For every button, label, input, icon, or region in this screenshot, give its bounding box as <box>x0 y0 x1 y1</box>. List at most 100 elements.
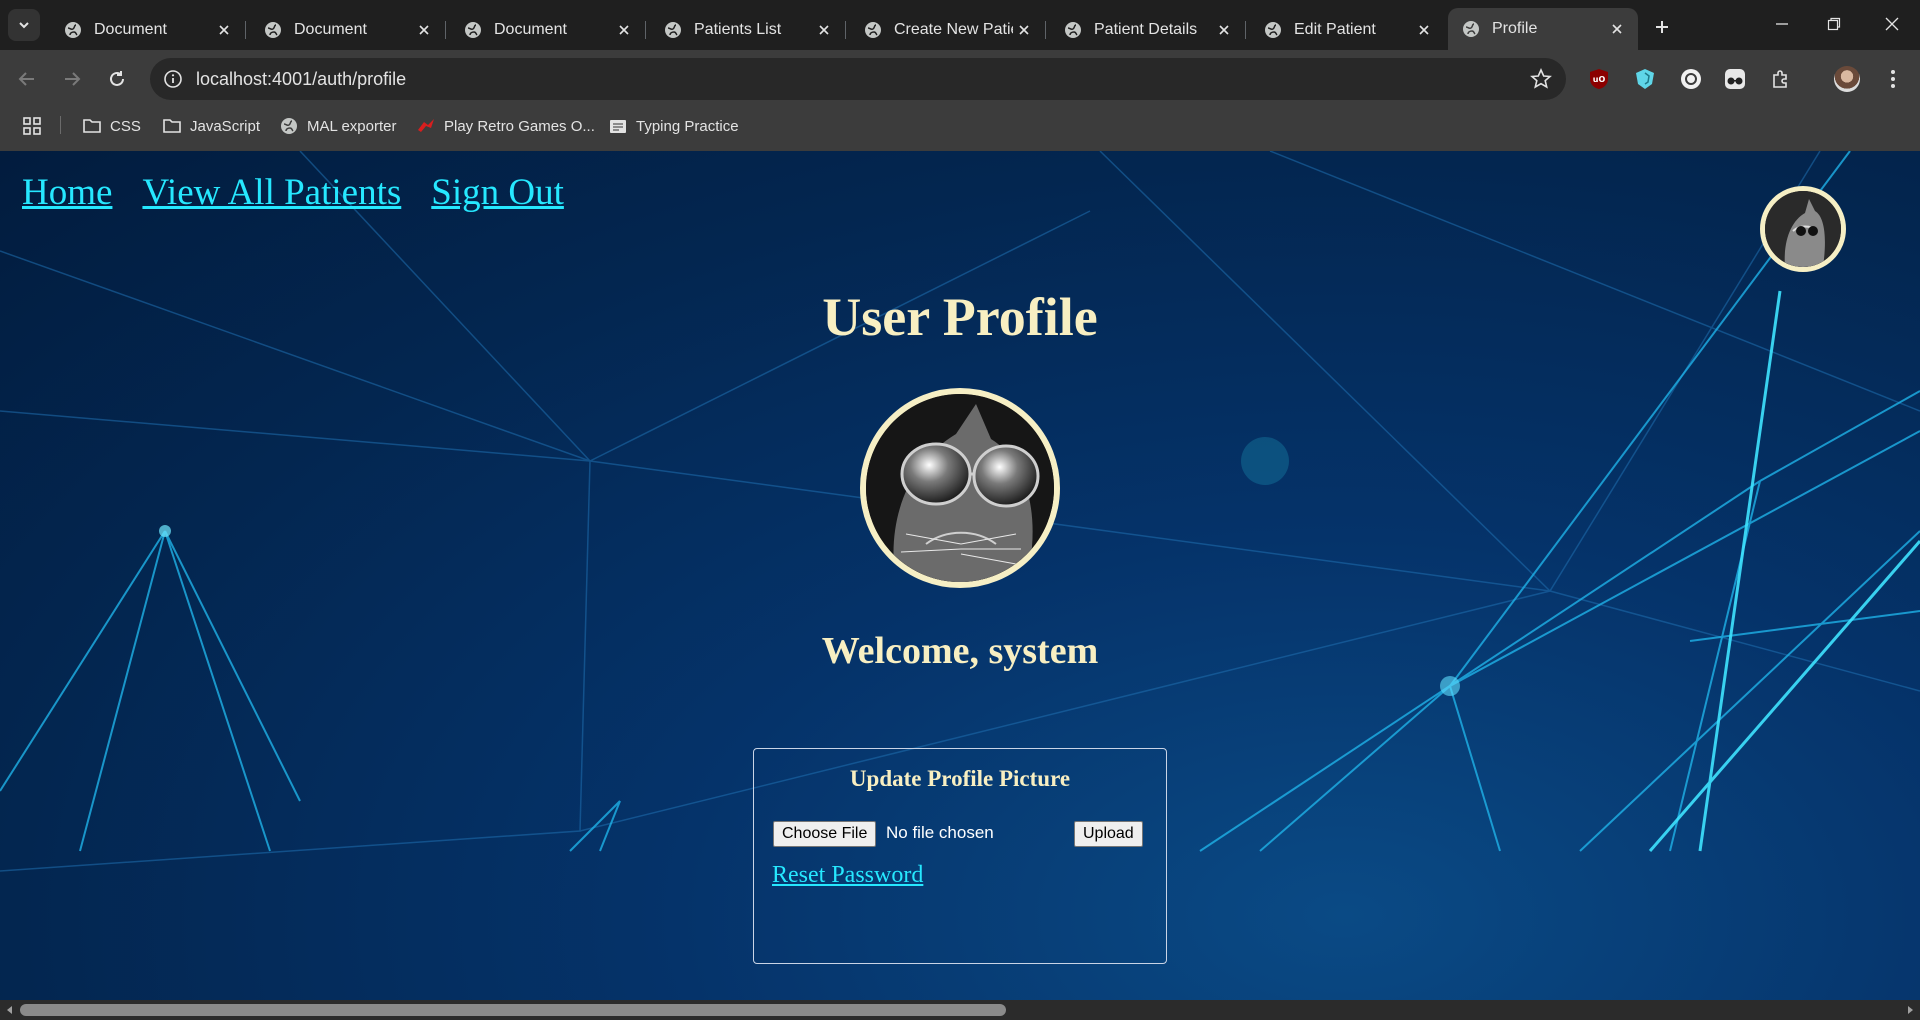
tab-patient-details[interactable]: Patient Details <box>1050 9 1246 50</box>
close-icon[interactable] <box>413 19 435 41</box>
bookmark-label: MAL exporter <box>307 117 397 135</box>
tab-document-1[interactable]: Document <box>50 9 246 50</box>
close-icon[interactable] <box>1413 19 1435 41</box>
tab-document-2[interactable]: Document <box>250 9 446 50</box>
tab-edit-patient[interactable]: Edit Patient <box>1250 9 1445 50</box>
apps-button[interactable] <box>22 114 42 138</box>
globe-icon <box>265 21 281 38</box>
chevron-down-icon <box>19 22 29 29</box>
globe-icon <box>1265 21 1281 38</box>
globe-icon <box>65 21 81 38</box>
tab-title: Edit Patient <box>1294 20 1376 38</box>
bookmarks-bar: CSS JavaScript MAL exporter Play Retro G… <box>0 108 1920 142</box>
globe-icon <box>665 21 681 38</box>
globe-icon <box>465 21 481 38</box>
globe-icon <box>865 21 881 38</box>
cat-avatar-image <box>1765 191 1841 267</box>
choose-file-button[interactable]: Choose File <box>773 821 877 847</box>
bookmark-label: Play Retro Games O... <box>444 117 595 135</box>
apps-grid-icon <box>23 117 41 135</box>
plus-icon <box>1656 21 1668 33</box>
bookmark-label: Typing Practice <box>636 117 739 135</box>
upload-profile-picture-card: Update Profile Picture Choose File No fi… <box>753 748 1167 964</box>
folder-icon <box>163 119 181 133</box>
upload-card-title: Update Profile Picture <box>849 766 1071 791</box>
globe-icon <box>281 118 297 134</box>
tab-strip: Document Document Document Patients List… <box>0 0 1920 50</box>
glasses-extension-icon[interactable] <box>1722 66 1748 92</box>
tab-title: Patients List <box>694 20 782 38</box>
bookmark-label: CSS <box>110 117 141 135</box>
welcome-message: Welcome, system <box>821 630 1099 672</box>
reload-button[interactable] <box>100 62 134 96</box>
profile-picture <box>860 388 1060 588</box>
globe-icon <box>1065 21 1081 38</box>
site-info-icon[interactable] <box>162 68 184 90</box>
close-icon <box>1885 17 1899 31</box>
back-arrow-icon <box>18 72 34 86</box>
back-button[interactable] <box>10 62 44 96</box>
nav-home-link[interactable]: Home <box>22 171 112 214</box>
close-icon[interactable] <box>813 19 835 41</box>
new-tab-button[interactable] <box>1648 13 1676 41</box>
forward-arrow-icon <box>65 72 81 86</box>
close-icon[interactable] <box>1013 19 1035 41</box>
globe-icon <box>1463 21 1479 37</box>
tab-patients-list[interactable]: Patients List <box>650 9 846 50</box>
retro-games-icon <box>418 119 434 132</box>
cat-sunglasses-image <box>866 394 1054 582</box>
bookmarks-divider <box>60 116 61 134</box>
bookmark-css[interactable]: CSS <box>82 114 141 138</box>
tab-title: Profile <box>1492 20 1538 37</box>
url-text[interactable]: localhost:4001/auth/profile <box>196 69 406 90</box>
horizontal-scrollbar[interactable] <box>0 1000 1920 1020</box>
sync-extension-icon[interactable] <box>1678 66 1704 92</box>
tab-search-button[interactable] <box>8 9 40 41</box>
svg-text:uO: uO <box>1593 75 1606 84</box>
file-status-text: No file chosen <box>886 823 994 842</box>
typing-icon <box>610 120 626 133</box>
bookmark-typing-practice[interactable]: Typing Practice <box>608 114 739 138</box>
tab-title: Patient Details <box>1094 20 1198 38</box>
tab-title: Document <box>94 20 167 38</box>
tab-document-3[interactable]: Document <box>450 9 646 50</box>
close-icon[interactable] <box>1213 19 1235 41</box>
reload-icon <box>110 71 124 86</box>
bookmark-javascript[interactable]: JavaScript <box>162 114 260 138</box>
close-icon[interactable] <box>1606 18 1628 40</box>
reset-password-link[interactable]: Reset Password <box>772 862 923 889</box>
tab-title: Create New Patie <box>894 20 1013 38</box>
kebab-menu-icon <box>1891 70 1895 88</box>
nav-view-all-patients-link[interactable]: View All Patients <box>142 171 401 214</box>
browser-profile-avatar[interactable] <box>1834 66 1860 92</box>
bookmark-play-retro-games[interactable]: Play Retro Games O... <box>416 114 595 138</box>
close-icon[interactable] <box>613 19 635 41</box>
tab-title: Document <box>294 20 367 38</box>
close-window-button[interactable] <box>1866 8 1918 40</box>
bookmark-label: JavaScript <box>190 117 261 135</box>
address-bar[interactable]: localhost:4001/auth/profile <box>150 58 1566 100</box>
tab-title: Document <box>494 20 567 38</box>
shield-extension-icon[interactable] <box>1632 66 1658 92</box>
folder-icon <box>83 119 101 133</box>
tab-create-new-patient[interactable]: Create New Patie <box>850 9 1046 50</box>
scroll-right-arrow-icon[interactable] <box>1904 1004 1916 1016</box>
scrollbar-thumb[interactable] <box>20 1004 1006 1016</box>
restore-button[interactable] <box>1808 8 1860 40</box>
restore-icon <box>1827 17 1841 31</box>
browser-menu-button[interactable] <box>1880 66 1906 92</box>
nav-sign-out-link[interactable]: Sign Out <box>431 171 564 214</box>
forward-button[interactable] <box>55 62 89 96</box>
page-title: User Profile <box>822 287 1098 347</box>
header-avatar[interactable] <box>1760 186 1846 272</box>
tab-profile[interactable]: Profile <box>1448 8 1638 50</box>
close-icon[interactable] <box>213 19 235 41</box>
upload-button[interactable]: Upload <box>1074 821 1143 847</box>
ublock-extension-icon[interactable]: uO <box>1586 66 1612 92</box>
bookmark-star-icon[interactable] <box>1530 68 1552 90</box>
bookmark-mal-exporter[interactable]: MAL exporter <box>279 114 396 138</box>
minimize-button[interactable] <box>1756 8 1808 40</box>
scroll-left-arrow-icon[interactable] <box>4 1004 16 1016</box>
extensions-puzzle-icon[interactable] <box>1768 66 1794 92</box>
minimize-icon <box>1776 23 1788 25</box>
